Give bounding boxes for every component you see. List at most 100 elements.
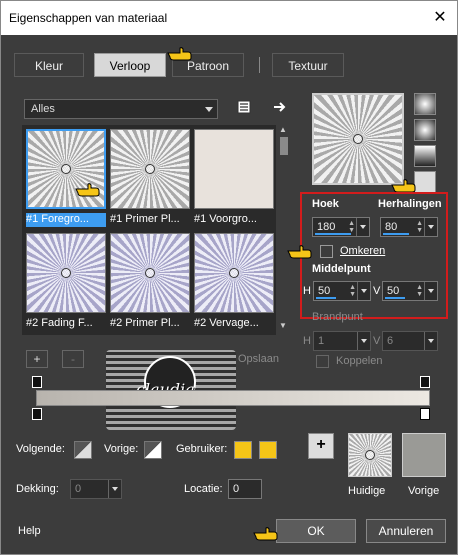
style-radial-button[interactable] [414, 145, 436, 167]
pointing-hand-icon [75, 183, 100, 197]
focus-h-input[interactable]: 1 [313, 331, 371, 351]
center-icon [229, 268, 239, 278]
angle-input[interactable]: 180 ▲ ▼ [312, 217, 370, 237]
focus-v-value: 6 [387, 335, 394, 347]
prev-stop-icon[interactable] [144, 441, 162, 459]
gallery-tile[interactable] [194, 129, 274, 209]
pointing-hand-icon [391, 179, 416, 193]
tab-verloop[interactable]: Verloop [94, 53, 166, 77]
opacity-value: 0 [75, 483, 82, 495]
repeats-dropdown-button[interactable] [424, 218, 437, 236]
scroll-up-icon[interactable]: ▲ [279, 125, 287, 134]
color-stop-handle[interactable] [420, 376, 430, 388]
gallery-tile[interactable] [26, 233, 106, 313]
focus-h-label: H [303, 335, 311, 347]
center-icon [145, 268, 155, 278]
user-color-swatch[interactable] [234, 441, 252, 459]
gallery-caption: #2 Primer Pl... [110, 317, 180, 329]
opacity-label: Dekking: [16, 483, 59, 495]
arrow-right-icon[interactable] [272, 99, 288, 115]
user-color-swatch-secondary[interactable] [259, 441, 277, 459]
gallery-tile[interactable] [110, 129, 190, 209]
repeats-input[interactable]: 80 ▲ ▼ [380, 217, 438, 237]
angle-dropdown-button[interactable] [356, 218, 369, 236]
save-gradient-button[interactable]: Opslaan [238, 353, 279, 365]
gradient-editor-bar[interactable] [36, 390, 430, 406]
invert-checkbox[interactable] [320, 245, 333, 258]
repeats-progress-bar [383, 233, 409, 235]
current-material-preview[interactable] [348, 433, 392, 477]
center-icon [61, 164, 71, 174]
opacity-input[interactable]: 0 [70, 479, 122, 499]
window-title: Eigenschappen van materiaal [9, 11, 168, 25]
link-checkbox[interactable] [316, 355, 329, 368]
cancel-button[interactable]: Annuleren [366, 519, 446, 543]
center-icon [145, 164, 155, 174]
repeats-label: Herhalingen [378, 198, 442, 210]
focus-v-input[interactable]: 6 [382, 331, 438, 351]
focus-v-dropdown-button[interactable] [424, 332, 437, 350]
angle-value: 180 [317, 221, 336, 233]
style-sunburst-button[interactable] [414, 171, 436, 193]
tab-textuur[interactable]: Textuur [272, 53, 344, 77]
current-label: Huidige [348, 485, 386, 497]
center-h-label: H [303, 285, 311, 297]
gradient-preview [312, 93, 404, 185]
previous-material-preview[interactable] [402, 433, 446, 477]
remove-gradient-button[interactable]: - [62, 350, 84, 368]
invert-label: Omkeren [340, 245, 386, 257]
repeats-value: 80 [385, 221, 398, 233]
location-input[interactable]: 0 [228, 479, 262, 499]
dialog-body: Kleur Verloop Patroon Textuur Alles #1 F… [6, 35, 452, 551]
gallery-caption: #1 Foregro... [26, 213, 106, 227]
gallery-tile[interactable] [110, 233, 190, 313]
gallery-caption: #2 Fading F... [26, 317, 93, 329]
gallery-caption: #2 Vervage... [194, 317, 259, 329]
gallery-caption: #1 Primer Pl... [110, 213, 180, 225]
center-v-value: 50 [387, 285, 400, 297]
pointing-hand-icon [167, 47, 192, 61]
center-h-dropdown-button[interactable] [357, 282, 370, 300]
chevron-down-icon [205, 107, 213, 112]
scroll-down-icon[interactable]: ▼ [279, 321, 287, 330]
style-rectangular-button[interactable] [414, 119, 436, 141]
gallery-tile[interactable] [194, 233, 274, 313]
help-button[interactable]: Help [18, 525, 41, 537]
focus-h-dropdown-button[interactable] [357, 332, 370, 350]
add-to-swatches-button[interactable]: + [308, 433, 334, 459]
pointing-hand-icon [287, 245, 312, 259]
gallery-scrollbar[interactable]: ▲ ▼ [278, 125, 290, 335]
color-stop-handle[interactable] [32, 376, 42, 388]
focus-v-label: V [373, 335, 381, 347]
center-v-dropdown-button[interactable] [424, 282, 437, 300]
gallery-tile[interactable] [26, 129, 106, 209]
style-linear-button[interactable] [414, 93, 436, 115]
spinner-icon[interactable]: ▲ ▼ [416, 220, 423, 234]
angle-label: Hoek [312, 198, 339, 210]
ok-button[interactable]: OK [276, 519, 356, 543]
center-h-input[interactable]: 50 ▲ ▼ [313, 281, 371, 301]
focus-point-label: Brandpunt [312, 311, 363, 323]
tab-kleur[interactable]: Kleur [14, 53, 84, 77]
opacity-stop-handle[interactable] [32, 408, 42, 420]
center-icon [365, 450, 375, 460]
category-dropdown[interactable]: Alles [24, 99, 218, 119]
opacity-stop-handle[interactable] [420, 408, 430, 420]
center-h-value: 50 [318, 285, 331, 297]
next-stop-icon[interactable] [74, 441, 92, 459]
previous-label: Vorige [408, 485, 440, 497]
opacity-dropdown-button[interactable] [108, 480, 121, 498]
spinner-icon[interactable]: ▲ ▼ [348, 220, 355, 234]
spinner-icon[interactable]: ▲ ▼ [416, 284, 423, 298]
prev-label: Vorige: [104, 443, 139, 455]
add-gradient-button[interactable]: + [26, 350, 48, 368]
center-point-label: Middelpunt [312, 263, 371, 275]
close-icon[interactable]: ✕ [429, 7, 451, 29]
list-view-icon[interactable] [236, 99, 252, 115]
scrollbar-thumb[interactable] [280, 137, 288, 155]
spinner-icon[interactable]: ▲ ▼ [349, 284, 356, 298]
center-v-input[interactable]: 50 ▲ ▼ [382, 281, 438, 301]
center-v-label: V [373, 285, 381, 297]
material-properties-dialog: Eigenschappen van materiaal ✕ Kleur Verl… [0, 0, 458, 555]
angle-progress-bar [315, 233, 351, 235]
